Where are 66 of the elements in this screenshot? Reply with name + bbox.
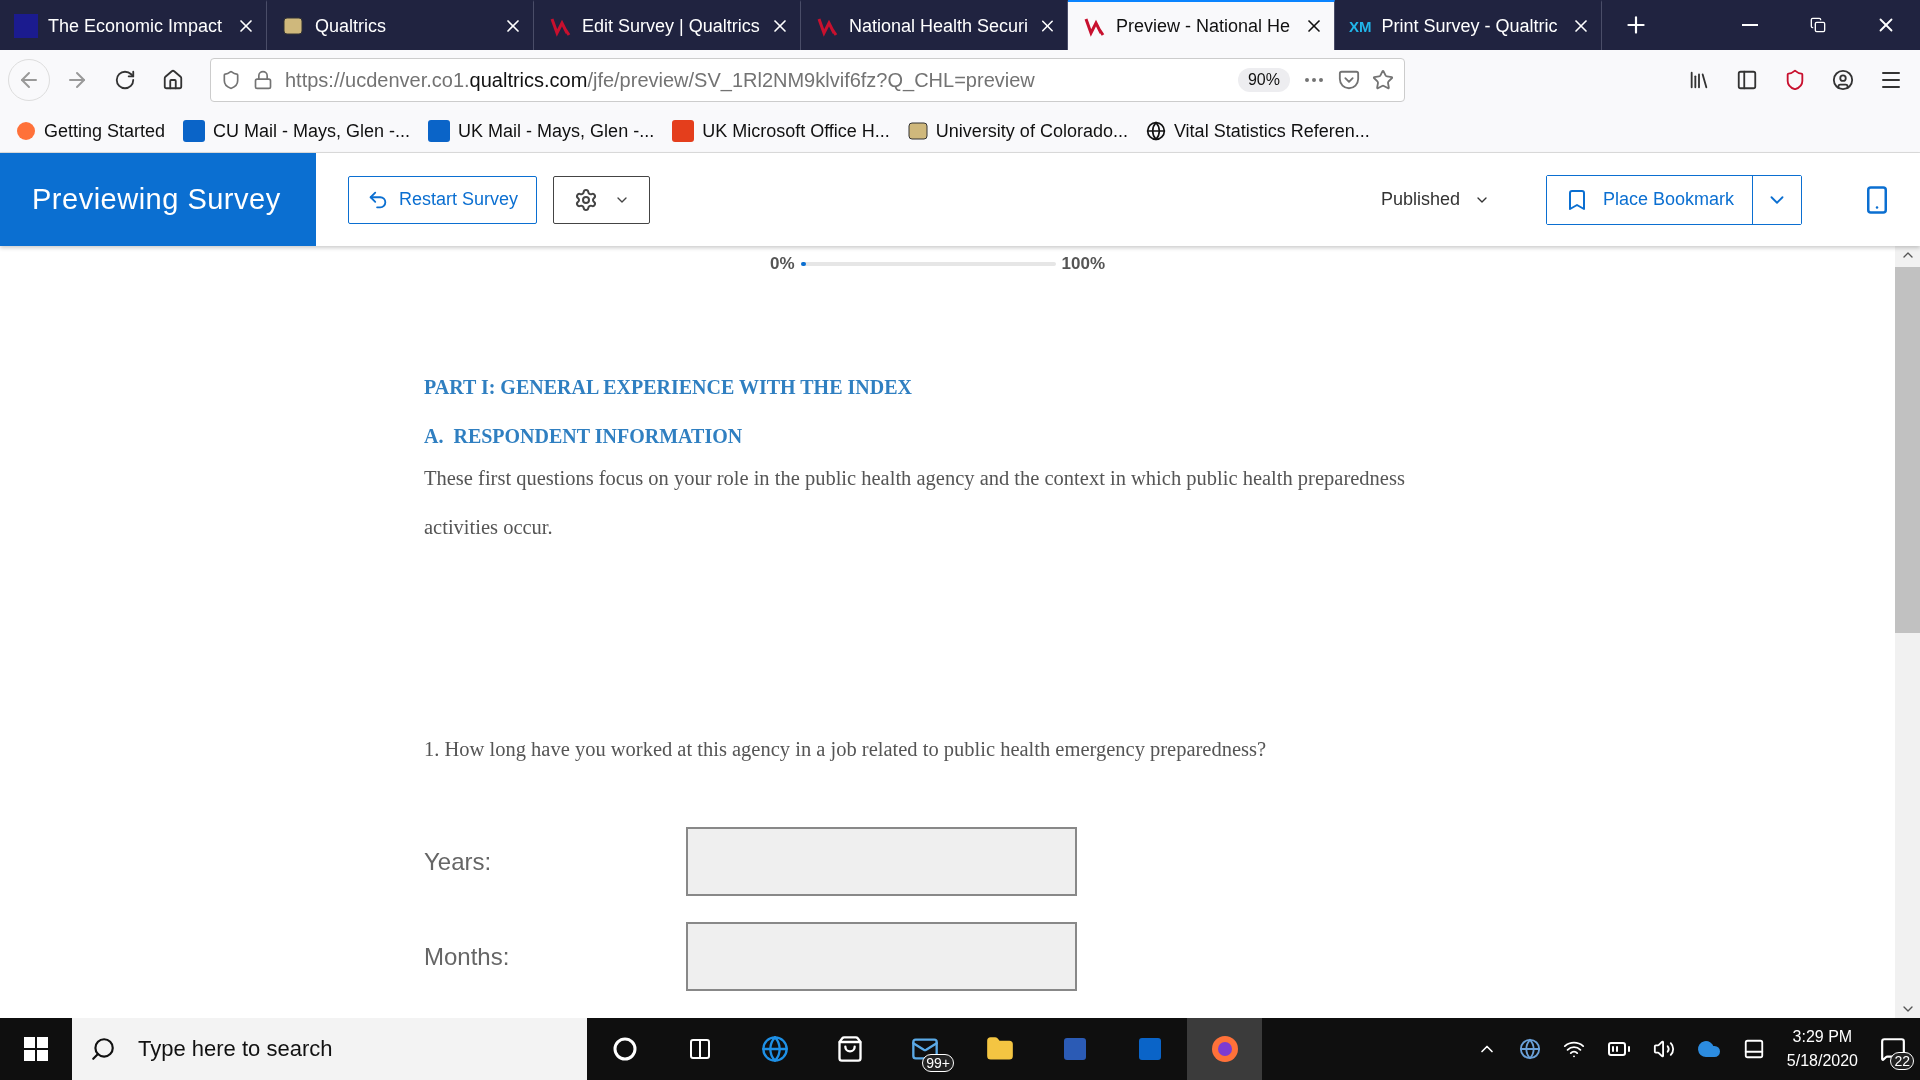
globe-icon — [1145, 121, 1166, 141]
star-icon[interactable] — [1372, 69, 1394, 91]
account-icon — [1832, 69, 1854, 91]
bookmark-link[interactable]: University of Colorado... — [907, 120, 1128, 142]
tab-title: Preview - National He — [1116, 15, 1292, 37]
bookmark-link[interactable]: Vital Statistics Referen... — [1145, 120, 1370, 142]
intro-paragraph: These first questions focus on your role in the public health agency and the context in which public health preparedness activities occur. — [424, 466, 1406, 540]
circle-icon — [612, 1037, 637, 1061]
progress-start-label: 0% — [769, 254, 795, 274]
field-label: Years: — [424, 847, 493, 876]
shield-icon[interactable] — [221, 70, 241, 90]
volume-icon[interactable] — [1652, 1038, 1675, 1060]
status-dropdown[interactable]: Published — [1374, 188, 1496, 211]
clock-time: 3:29 PM — [1792, 1027, 1853, 1047]
reload-icon — [114, 69, 136, 91]
browser-icon — [760, 1035, 789, 1063]
browser-tab[interactable]: Preview - National He — [1068, 0, 1335, 50]
progress-end-label: 100% — [1061, 254, 1106, 274]
tab-title: Edit Survey | Qualtrics — [582, 15, 760, 37]
firefox-icon — [16, 121, 36, 141]
firefox-icon — [1209, 1034, 1240, 1064]
store-icon — [835, 1035, 864, 1063]
pocket-icon[interactable] — [1338, 69, 1360, 91]
search-input[interactable]: Type here to search — [136, 1035, 540, 1063]
taskbar-app[interactable]: 99+ — [887, 1018, 962, 1080]
field-label: Months: — [424, 942, 511, 971]
section-heading: A. RESPONDENT INFORMATION — [424, 425, 744, 448]
sidebar-icon — [1736, 69, 1758, 91]
tab-title: Qualtrics — [315, 15, 387, 37]
lock-icon[interactable] — [253, 70, 273, 90]
place-bookmark-button[interactable]: Place Bookmark — [1546, 175, 1753, 224]
zoom-level[interactable]: 90% — [1237, 68, 1290, 92]
bookmark-link[interactable]: UK Mail - Mays, Glen -... — [428, 120, 655, 142]
settings-icon — [573, 187, 598, 212]
input-field[interactable] — [686, 827, 1077, 896]
bookmark-link[interactable]: UK Microsoft Office H... — [672, 120, 890, 142]
input-field[interactable] — [686, 922, 1077, 991]
tab-title: The Economic Impact — [48, 15, 224, 37]
question-text: 1. How long have you worked at this agency in a job related to public health emergency preparedness? — [424, 738, 1268, 761]
notification-count: 22 — [1890, 1052, 1914, 1070]
minimize-icon — [1742, 24, 1758, 26]
task-view-icon — [687, 1037, 712, 1061]
bookmark-link[interactable]: Getting Started — [16, 120, 166, 142]
preview-title: Previewing Survey — [0, 153, 316, 246]
windows-logo-icon — [24, 1037, 48, 1061]
folder-icon — [985, 1035, 1014, 1063]
search-icon — [90, 1036, 116, 1062]
restore-icon — [1810, 17, 1826, 33]
scrollbar[interactable] — [1895, 246, 1920, 1018]
url-text: https://ucdenver.co1.qualtrics.com/jfe/preview/SV_1Rl2NM9klvif6fz?Q_CHL=preview — [285, 68, 1036, 92]
library-icon — [1688, 69, 1710, 91]
restart-survey-button[interactable]: Restart Survey — [348, 175, 538, 224]
tab-title: Print Survey - Qualtric — [1381, 15, 1559, 37]
shield-icon — [1784, 69, 1806, 91]
clock-date: 5/18/2020 — [1786, 1051, 1858, 1071]
taskbar-search-field[interactable]: Type here to search — [72, 1018, 587, 1080]
xm-logo: XM — [1349, 16, 1372, 37]
settings-button[interactable] — [553, 175, 651, 224]
unread-count: 99+ — [922, 1054, 954, 1072]
part-heading: PART I: GENERAL EXPERIENCE WITH THE INDEX — [424, 376, 913, 399]
globe-icon[interactable] — [1518, 1038, 1541, 1060]
tab-title: National Health Securi — [849, 15, 1029, 37]
home-icon — [162, 69, 184, 91]
bookmark-link[interactable]: CU Mail - Mays, Glen -... — [183, 120, 411, 142]
taskbar-clock[interactable]: 3:29 PM 5/18/2020 — [1786, 1025, 1858, 1073]
address-bar[interactable]: https://ucdenver.co1.qualtrics.com/jfe/preview/SV_1Rl2NM9klvif6fz?Q_CHL=preview 90% — [210, 58, 1405, 102]
